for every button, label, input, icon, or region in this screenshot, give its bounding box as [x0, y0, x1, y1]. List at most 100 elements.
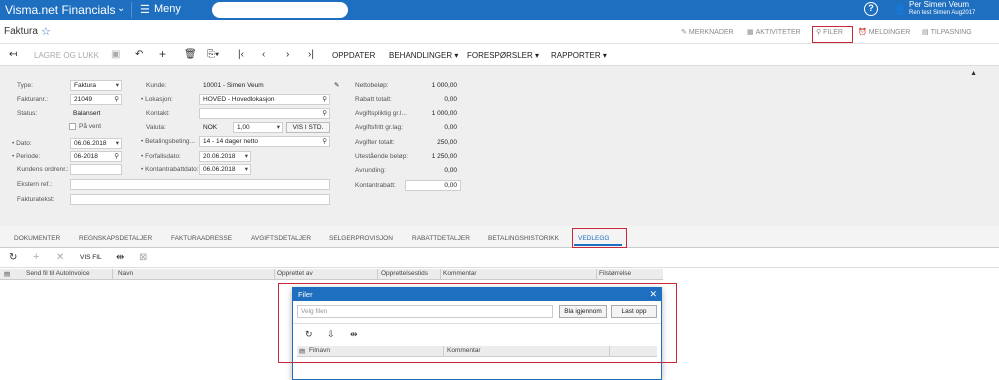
due-date-label-text: Forfallsdato:	[145, 153, 181, 160]
collapse-up-icon[interactable]: ▲	[970, 70, 977, 77]
customization-button[interactable]: ▤ TILPASNING	[922, 28, 972, 36]
tab-accounting-details[interactable]: REGNSKAPSDETALJER	[79, 235, 152, 242]
add-icon[interactable]: +	[159, 47, 166, 61]
global-search-input[interactable]	[212, 2, 348, 18]
add-row-icon[interactable]: +	[33, 251, 39, 263]
external-ref-field[interactable]	[70, 179, 330, 190]
invoice-text-field[interactable]	[70, 194, 330, 205]
save-icon[interactable]: ▣	[111, 49, 120, 60]
tab-documents[interactable]: DOKUMENTER	[14, 235, 60, 242]
help-icon[interactable]: ?	[864, 2, 878, 16]
tab-payment-history[interactable]: BETALINGSHISTORIKK	[488, 235, 559, 242]
actions-menu-button[interactable]: BEHANDLINGER ▾	[389, 51, 458, 60]
tab-salesperson-commission[interactable]: SELGERPROVISJON	[329, 235, 393, 242]
period-label-text: Periode:	[16, 153, 41, 160]
fit-columns-icon[interactable]: ⇹	[116, 252, 124, 263]
dropdown-arrow-icon: ▾	[244, 153, 248, 160]
search-icon: ⚲	[322, 96, 327, 103]
edit-pencil-icon[interactable]: ✎	[334, 81, 339, 89]
hamburger-menu-icon[interactable]: ☰	[140, 3, 150, 16]
tax-exempt-amount-value: 0,00	[444, 124, 457, 131]
previous-record-icon[interactable]: ‹	[262, 49, 265, 60]
invoice-number-field[interactable]: 21049 ⚲	[70, 94, 122, 105]
col-send-to-autoinvoice[interactable]: Send fil til AutoInvoice	[26, 270, 90, 277]
save-and-close-button[interactable]: LAGRE OG LUKK	[34, 51, 99, 60]
col-created-time[interactable]: Opprettelsestids	[381, 270, 428, 277]
customer-order-number-field[interactable]	[70, 164, 122, 175]
caret-down-icon: ▾	[454, 51, 459, 60]
due-date-field[interactable]: 20.06.2018 ▾	[199, 151, 251, 162]
payment-terms-value: 14 - 14 dager netto	[203, 138, 258, 145]
delete-row-icon[interactable]: ✕	[56, 252, 64, 263]
date-label-text: Dato:	[16, 140, 32, 147]
cash-discount-date-field[interactable]: 06.06.2018 ▾	[199, 164, 251, 175]
messages-button[interactable]: ⏰ MELDINGER	[858, 28, 910, 36]
back-arrow-icon[interactable]: ↤	[9, 49, 17, 60]
cash-discount-date-value: 06.06.2018	[203, 166, 236, 173]
currency-rate-field[interactable]: 1,00 ▾	[233, 122, 283, 133]
inquiries-menu-button[interactable]: FORESPØRSLER ▾	[467, 51, 539, 60]
date-label: • Dato:	[12, 140, 32, 147]
payment-terms-field[interactable]: 14 - 14 dager netto ⚲	[199, 136, 330, 147]
next-record-icon[interactable]: ›	[286, 49, 289, 60]
activities-button[interactable]: ▦ AKTIVITETER	[747, 28, 801, 36]
row-selector-icon: ▤	[4, 271, 11, 278]
currency-rate-value: 1,00	[237, 124, 250, 131]
tax-total-value: 250,00	[437, 139, 457, 146]
menu-button-label[interactable]: Meny	[154, 3, 181, 15]
type-value: Faktura	[74, 82, 97, 89]
on-hold-checkbox[interactable]	[69, 123, 76, 130]
location-field[interactable]: HOVED - Hovedlokasjon ⚲	[199, 94, 330, 105]
chevron-down-icon[interactable]: ⌄	[117, 3, 125, 14]
search-icon: ⚲	[114, 153, 119, 160]
copy-paste-icon[interactable]: ⎘▾	[207, 49, 219, 60]
rounding-label: Avrunding:	[355, 167, 386, 174]
refresh-button[interactable]: OPPDATER	[332, 51, 375, 60]
search-icon: ⚲	[322, 138, 327, 145]
col-name[interactable]: Navn	[118, 270, 133, 277]
payment-terms-label: • Betalingsbeting...	[141, 138, 195, 145]
location-label: • Lokasjon:	[141, 96, 173, 103]
refresh-icon[interactable]: ↻	[9, 252, 17, 263]
external-ref-label: Ekstern ref.:	[17, 181, 53, 188]
location-label-text: Lokasjon:	[145, 96, 173, 103]
tab-invoice-address[interactable]: FAKTURAADRESSE	[171, 235, 232, 242]
search-icon: ⚲	[322, 110, 327, 117]
caret-down-icon: ▾	[602, 51, 607, 60]
period-label: • Periode:	[12, 153, 41, 160]
activities-label: AKTIVITETER	[755, 29, 801, 36]
brand-name[interactable]: Visma.net Financials	[5, 3, 116, 17]
alarm-icon: ⏰	[858, 29, 867, 36]
cash-discount-field[interactable]: 0,00	[405, 180, 461, 191]
divider	[131, 2, 132, 18]
last-record-icon[interactable]: ›|	[308, 49, 314, 60]
dropdown-arrow-icon: ▾	[244, 166, 248, 173]
tab-tax-details[interactable]: AVGIFTSDETALJER	[251, 235, 311, 242]
delete-icon[interactable]: 🗑	[184, 49, 197, 60]
user-icon[interactable]: 👤	[893, 3, 907, 16]
period-value: 06-2018	[74, 153, 98, 160]
reports-menu-button[interactable]: RAPPORTER ▾	[551, 51, 607, 60]
net-amount-label: Nettobeløp:	[355, 82, 389, 89]
taxable-amount-value: 1 000,00	[431, 110, 457, 117]
payment-terms-label-text: Betalingsbeting...	[145, 138, 195, 145]
type-select[interactable]: Faktura ▾	[70, 80, 122, 91]
date-field[interactable]: 06.06.2018 ▾	[70, 138, 122, 149]
user-name[interactable]: Per Simen Veum	[909, 0, 969, 9]
col-created-by[interactable]: Opprettet av	[277, 270, 313, 277]
undo-icon[interactable]: ↶	[135, 49, 143, 60]
favorite-star-icon[interactable]: ☆	[41, 25, 51, 38]
notes-button[interactable]: ✎ MERKNADER	[681, 28, 734, 36]
caret-down-icon: ▾	[535, 51, 540, 60]
top-navigation-bar: Visma.net Financials ⌄ ☰ Meny ? 👤 Per Si…	[0, 0, 999, 20]
contact-field[interactable]: ⚲	[199, 108, 330, 119]
tab-discount-details[interactable]: RABATTDETALJER	[412, 235, 470, 242]
col-comment[interactable]: Kommentar	[443, 270, 477, 277]
col-file-size[interactable]: Filstørrelse	[599, 270, 631, 277]
view-file-button[interactable]: VIS FIL	[80, 254, 102, 261]
view-in-base-currency-button[interactable]: VIS I STD.	[286, 122, 330, 133]
first-record-icon[interactable]: |‹	[238, 49, 244, 60]
period-field[interactable]: 06-2018 ⚲	[70, 151, 122, 162]
export-excel-icon[interactable]: ⊠	[139, 252, 147, 263]
reports-menu-label: RAPPORTER	[551, 51, 601, 60]
